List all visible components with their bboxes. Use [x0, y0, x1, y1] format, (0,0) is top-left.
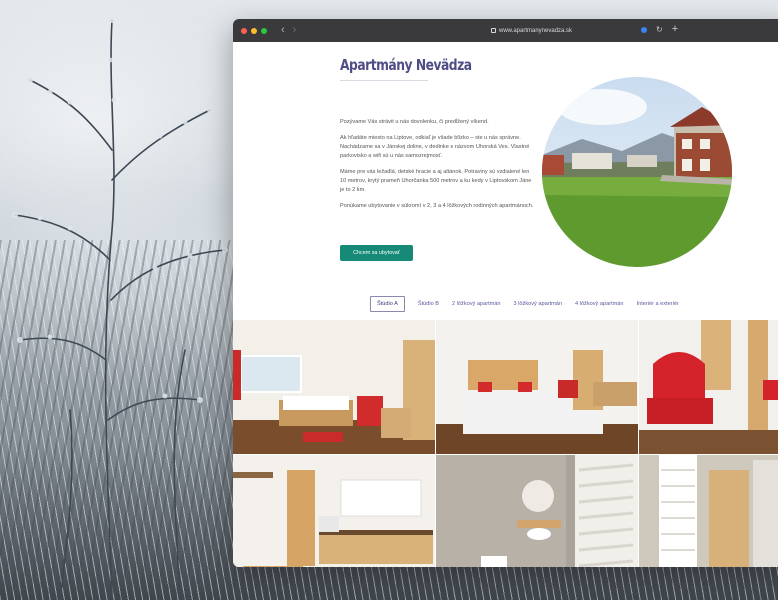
gallery-photo-kitchen[interactable] — [233, 455, 435, 567]
frosted-plant-illustration — [12, 17, 228, 600]
minimize-dot-icon[interactable] — [251, 27, 257, 34]
tab-studio-a[interactable]: Štúdio A — [370, 296, 405, 312]
tab-4-bed-apartment[interactable]: 4 lôžkový apartmán — [575, 301, 624, 307]
browser-toolbar: ‹ › www.apartmanynevadza.sk ↻ + — [233, 19, 778, 42]
gallery-photo-bathroom-door[interactable] — [639, 455, 778, 567]
intro-paragraph: Pozývame Vás strávit u nás dovolenku, či… — [340, 119, 489, 125]
tab-studio-b[interactable]: Štúdio B — [418, 301, 439, 307]
new-tab-plus-icon[interactable]: + — [672, 24, 678, 35]
house-exterior-photo — [542, 77, 732, 267]
close-dot-icon[interactable] — [241, 27, 247, 34]
tab-3-bed-apartment[interactable]: 3 lôžkový apartmán — [514, 301, 563, 307]
intro-paragraph: Máme pre vás ležadlá, detské hracie a aj… — [340, 169, 532, 193]
book-stay-button[interactable]: Chcem sa ubytovať — [340, 245, 413, 261]
intro-paragraph: Ponúkame ubytovanie v súkromí v 2, 3 a 4… — [340, 203, 534, 209]
maximize-dot-icon[interactable] — [261, 27, 267, 34]
site-title: Apartmány Nevädza — [340, 56, 472, 74]
apartment-tabs: Štúdio A Štúdio B 2 lôžkový apartmán 3 l… — [370, 296, 692, 312]
title-divider — [340, 80, 428, 81]
reload-icon[interactable]: ↻ — [656, 25, 663, 34]
photo-gallery — [233, 320, 778, 567]
extension-icon[interactable] — [641, 26, 647, 33]
url-text: www.apartmanynevadza.sk — [499, 27, 573, 34]
gallery-photo-armchair[interactable] — [639, 320, 778, 454]
gallery-photo-bathroom[interactable] — [436, 455, 638, 567]
address-bar[interactable]: www.apartmanynevadza.sk — [491, 25, 572, 36]
tab-2-bed-apartment[interactable]: 2 lôžkový apartmán — [452, 301, 501, 307]
toolbar-right-controls: ↻ + — [641, 24, 678, 35]
intro-text: Pozývame Vás strávit u nás dovolenku, či… — [340, 118, 536, 218]
lock-icon — [491, 28, 496, 33]
back-arrow-icon[interactable]: ‹ — [281, 25, 285, 36]
intro-paragraph: Ak hľadáte miesto na Liptove, odkiaľ je … — [340, 135, 530, 159]
browser-window: ‹ › www.apartmanynevadza.sk ↻ + Apartmán… — [233, 19, 778, 567]
gallery-photo-bed[interactable] — [436, 320, 638, 454]
forward-arrow-icon[interactable]: › — [293, 25, 297, 36]
tab-interior-exterior[interactable]: Interiér a exteriér — [637, 301, 679, 307]
web-page: Apartmány Nevädza Pozývame Vás strávit u… — [233, 42, 778, 567]
gallery-photo-bedroom[interactable] — [233, 320, 435, 454]
